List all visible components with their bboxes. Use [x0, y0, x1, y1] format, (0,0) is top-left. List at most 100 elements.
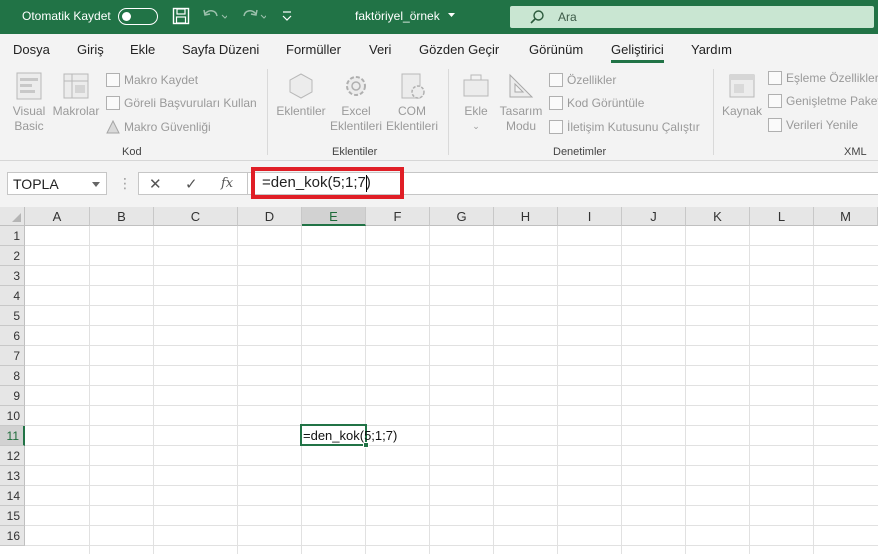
autosave-toggle[interactable] — [118, 8, 158, 25]
redo-icon[interactable] — [240, 7, 268, 28]
search-placeholder: Ara — [558, 10, 577, 24]
group-label-kod: Kod — [122, 146, 142, 158]
undo-icon[interactable] — [201, 7, 229, 28]
tasarim-modu-button[interactable]: Tasarım Modu — [498, 70, 544, 134]
makro-kaydet-button[interactable]: Makro Kaydet — [106, 72, 198, 90]
excel-eklentileri-button[interactable]: Excel Eklentileri — [329, 70, 383, 134]
save-icon[interactable] — [172, 7, 190, 28]
column-header-g[interactable]: G — [430, 207, 494, 226]
cancel-icon[interactable]: ✕ — [149, 175, 162, 193]
row-header[interactable]: 10 — [0, 406, 25, 426]
drag-handle-icon[interactable]: ⋮ — [118, 175, 132, 192]
design-mode-icon — [509, 73, 534, 98]
makrolar-button[interactable]: Makrolar — [51, 70, 101, 119]
tab-dosya[interactable]: Dosya — [13, 42, 50, 57]
column-header-e[interactable]: E — [302, 207, 366, 226]
record-macro-icon — [106, 73, 120, 87]
row-header[interactable]: 4 — [0, 286, 25, 306]
add-ins-icon — [289, 73, 313, 99]
run-dialog-icon — [549, 120, 563, 134]
row-header[interactable]: 6 — [0, 326, 25, 346]
column-header-a[interactable]: A — [25, 207, 90, 226]
kod-goruntule-button[interactable]: Kod Görüntüle — [549, 95, 644, 113]
ribbon-tabs: Dosya Giriş Ekle Sayfa Düzeni Formüller … — [0, 34, 878, 64]
row-header[interactable]: 13 — [0, 466, 25, 486]
row-header[interactable]: 5 — [0, 306, 25, 326]
com-add-ins-icon — [401, 73, 425, 99]
ekle-control-button[interactable]: Ekle ⌄ — [458, 70, 494, 134]
row-header[interactable]: 12 — [0, 446, 25, 466]
esleme-ozellikleri-button[interactable]: Eşleme Özellikleri — [768, 70, 878, 88]
ribbon: Visual Basic Makrolar Makro Kaydet Görel… — [0, 64, 878, 161]
kaynak-button[interactable]: Kaynak — [721, 70, 763, 119]
genisletme-paketleri-button[interactable]: Genişletme Paket — [768, 93, 878, 111]
column-header-h[interactable]: H — [494, 207, 558, 226]
tab-formuller[interactable]: Formüller — [286, 42, 341, 57]
chevron-down-icon[interactable] — [92, 182, 100, 187]
com-eklentileri-button[interactable]: COM Eklentileri — [385, 70, 439, 134]
map-properties-icon — [768, 71, 782, 85]
insert-function-icon[interactable]: fx — [221, 176, 233, 191]
highlight-annotation — [251, 167, 404, 199]
visual-basic-button[interactable]: Visual Basic — [9, 70, 49, 134]
column-header-l[interactable]: L — [750, 207, 814, 226]
group-label-eklentiler: Eklentiler — [332, 146, 378, 158]
tab-veri[interactable]: Veri — [369, 42, 391, 57]
select-all-button[interactable] — [0, 207, 25, 226]
xml-source-icon — [729, 74, 755, 98]
column-header-m[interactable]: M — [814, 207, 878, 226]
search-box[interactable]: Ara — [510, 6, 874, 28]
chevron-down-icon — [448, 13, 456, 17]
expansion-packs-icon — [768, 94, 782, 108]
row-header[interactable]: 9 — [0, 386, 25, 406]
relative-reference-icon — [106, 96, 120, 110]
tab-gozden-gecir[interactable]: Gözden Geçir — [419, 42, 499, 57]
document-title[interactable]: faktöriyel_örnek — [355, 9, 456, 23]
column-header-d[interactable]: D — [238, 207, 302, 226]
row-header[interactable]: 14 — [0, 486, 25, 506]
properties-icon — [549, 73, 563, 87]
row-header[interactable]: 1 — [0, 226, 25, 246]
iletisim-kutusu-button[interactable]: İletişim Kutusunu Çalıştır — [549, 119, 700, 137]
row-header[interactable]: 2 — [0, 246, 25, 266]
row-header[interactable]: 3 — [0, 266, 25, 286]
tab-gelistirici[interactable]: Geliştirici — [611, 42, 664, 63]
tab-giris[interactable]: Giriş — [77, 42, 104, 57]
column-header-f[interactable]: F — [366, 207, 430, 226]
formula-controls: ✕ ✓ fx — [138, 172, 248, 195]
eklentiler-button[interactable]: Eklentiler — [275, 70, 327, 119]
tab-ekle[interactable]: Ekle — [130, 42, 155, 57]
chevron-down-icon: ⌄ — [472, 121, 480, 131]
confirm-icon[interactable]: ✓ — [185, 175, 198, 193]
verileri-yenile-button[interactable]: Verileri Yenile — [768, 117, 858, 135]
autosave-label: Otomatik Kaydet — [22, 9, 111, 23]
row-header[interactable]: 11 — [0, 426, 25, 446]
view-code-icon — [549, 96, 563, 110]
column-header-j[interactable]: J — [622, 207, 686, 226]
customize-icon[interactable] — [281, 10, 293, 25]
column-header-k[interactable]: K — [686, 207, 750, 226]
visual-basic-icon — [16, 72, 42, 100]
tab-gorunum[interactable]: Görünüm — [529, 42, 583, 57]
column-header-b[interactable]: B — [90, 207, 154, 226]
column-header-i[interactable]: I — [558, 207, 622, 226]
tab-sayfa-duzeni[interactable]: Sayfa Düzeni — [182, 42, 259, 57]
ozellikler-button[interactable]: Özellikler — [549, 72, 616, 90]
refresh-data-icon — [768, 118, 782, 132]
title-bar: Otomatik Kaydet faktöriyel_örnek Ara — [0, 0, 878, 34]
goreli-basvurular-button[interactable]: Göreli Başvuruları Kullan — [106, 95, 257, 113]
macros-icon — [63, 73, 89, 99]
worksheet-grid[interactable]: A B C D E F G H I J K L M 1 2 3 4 5 6 7 … — [0, 207, 878, 554]
makro-guvenligi-button[interactable]: Makro Güvenliği — [106, 119, 211, 137]
row-header[interactable]: 8 — [0, 366, 25, 386]
formula-bar: TOPLA ⋮ ✕ ✓ fx =den_kok(5;1;7) — [0, 161, 878, 207]
row-header[interactable]: 16 — [0, 526, 25, 546]
gear-icon — [346, 76, 366, 96]
row-header[interactable]: 15 — [0, 506, 25, 526]
name-box[interactable]: TOPLA — [7, 172, 107, 195]
row-header[interactable]: 7 — [0, 346, 25, 366]
toolbox-icon — [463, 74, 489, 97]
column-header-c[interactable]: C — [154, 207, 238, 226]
tab-yardim[interactable]: Yardım — [691, 42, 732, 57]
group-label-xml: XML — [844, 146, 867, 158]
